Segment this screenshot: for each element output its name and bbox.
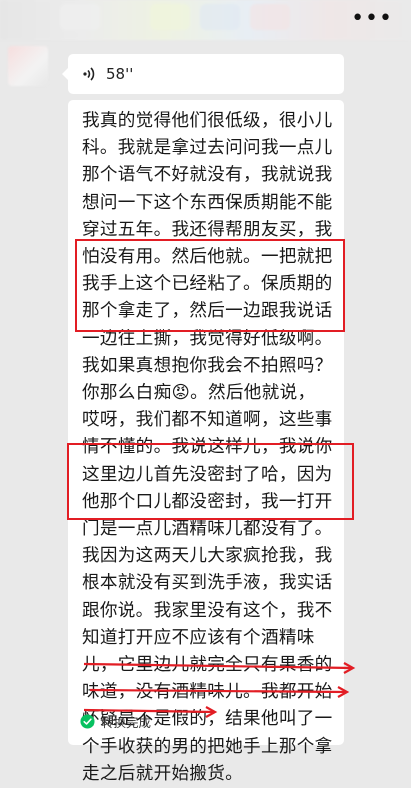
annotation-arrows — [83, 662, 356, 718]
annotation-arrow-1 — [83, 662, 356, 674]
annotation-arrow-2 — [89, 686, 350, 698]
annotation-arrow-3 — [83, 706, 218, 718]
